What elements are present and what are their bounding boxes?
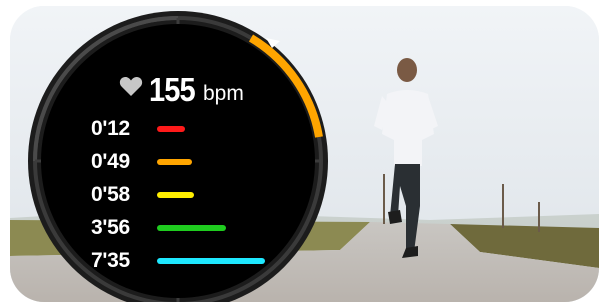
heart-rate-readout: 155 bpm — [119, 66, 244, 106]
zone-time: 0'12 — [91, 117, 130, 140]
zone-row: 0'12 — [91, 114, 185, 144]
heart-icon — [119, 76, 143, 96]
zone-time: 3'56 — [91, 216, 130, 239]
smartwatch: 155 bpm 0'12 0'49 0'58 3'56 7'35 — [27, 10, 329, 302]
heart-rate-unit: bpm — [203, 82, 244, 105]
zone-time: 0'49 — [91, 150, 130, 173]
zone-row: 7'35 — [91, 246, 265, 276]
zone-bar — [157, 159, 192, 165]
zone-bar — [157, 225, 226, 231]
zone-time: 0'58 — [91, 183, 130, 206]
screenshot-frame: 155 bpm 0'12 0'49 0'58 3'56 7'35 — [10, 6, 599, 302]
zone-time: 7'35 — [91, 249, 130, 272]
zone-row: 0'49 — [91, 147, 192, 177]
zone-bar — [157, 192, 194, 198]
zone-bar — [157, 258, 265, 264]
zone-row: 3'56 — [91, 213, 226, 243]
heart-rate-value: 155 — [149, 71, 196, 108]
zone-row: 0'58 — [91, 180, 194, 210]
zone-bar — [157, 126, 185, 132]
